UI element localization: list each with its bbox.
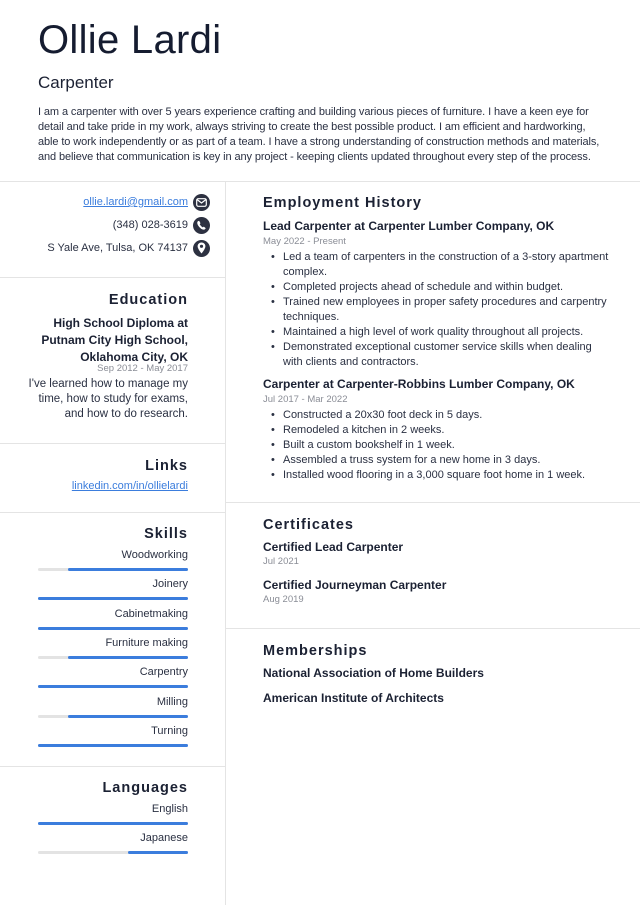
skill-name: Furniture making: [105, 636, 188, 649]
skill-name: Cabinetmaking: [114, 607, 188, 620]
education-degree: High School Diploma at Putnam City High …: [41, 316, 188, 364]
education-dates: Sep 2012 - May 2017: [97, 363, 188, 374]
phone-icon: [193, 216, 210, 234]
skill-name: Joinery: [152, 578, 188, 591]
phone-number: (348) 028-3619: [112, 219, 188, 231]
job-bullet: Built a custom bookshelf in 1 week.: [263, 438, 613, 453]
job-title: Carpenter at Carpenter-Robbins Lumber Co…: [263, 377, 575, 391]
skills-title: Skills: [144, 526, 188, 542]
language-item: English: [38, 802, 188, 825]
skill-level-fill: [38, 743, 188, 747]
certificate-name: Certified Lead Carpenter: [263, 540, 404, 554]
skill-level-bar: [38, 655, 188, 659]
certificate-name: Certified Journeyman Carpenter: [263, 578, 447, 592]
certificate-item: Certified Journeyman Carpenter Aug 2019: [263, 577, 613, 606]
certificate-item: Certified Lead Carpenter Jul 2021: [263, 539, 613, 568]
email-link[interactable]: ollie.lardi@gmail.com: [83, 196, 188, 208]
skill-item: Woodworking: [38, 548, 188, 571]
candidate-name: Ollie Lardi: [38, 18, 222, 62]
membership-name: National Association of Home Builders: [263, 666, 484, 680]
skill-item: Furniture making: [38, 636, 188, 659]
languages-title: Languages: [102, 780, 188, 796]
certificates-divider: [226, 628, 640, 629]
header-divider: [0, 181, 640, 182]
education-title: Education: [108, 292, 188, 308]
links-divider: [0, 512, 225, 513]
memberships-title: Memberships: [263, 643, 368, 659]
language-level-fill: [128, 851, 188, 855]
links-title: Links: [145, 458, 188, 474]
job-bullet: Installed wood flooring in a 3,000 squar…: [263, 468, 613, 483]
job-bullet: Assembled a truss system for a new home …: [263, 453, 613, 468]
contact-phone-row: (348) 028-3619: [113, 216, 210, 234]
language-name: English: [151, 803, 188, 815]
language-level-bar: [38, 851, 188, 855]
skill-level-bar: [38, 568, 188, 571]
profile-summary: I am a carpenter with over 5 years exper…: [38, 106, 600, 163]
certificate-date: Aug 2019: [263, 594, 304, 605]
skill-level-fill: [38, 626, 188, 630]
job-bullet: Remodeled a kitchen in 2 weeks.: [263, 423, 613, 438]
skill-level-fill: [68, 568, 188, 571]
language-name: Japanese: [140, 832, 188, 845]
skill-item: Joinery: [38, 577, 188, 601]
skill-name: Turning: [151, 724, 188, 737]
certificate-date: Jul 2021: [263, 556, 299, 567]
job-bullets: Constructed a 20x30 foot deck in 5 days.…: [263, 408, 613, 483]
job-bullets: Led a team of carpenters in the construc…: [263, 250, 613, 370]
job-bullet: Maintained a high level of work quality …: [263, 325, 613, 340]
contact-email-row: ollie.lardi@gmail.com: [83, 193, 210, 211]
job-bullet: Led a team of carpenters in the construc…: [263, 250, 613, 280]
job-bullet: Completed projects ahead of schedule and…: [263, 280, 613, 295]
skill-item: Milling: [38, 695, 188, 718]
envelope-icon: [193, 193, 210, 211]
employment-divider: [226, 502, 640, 503]
skill-level-bar: [38, 597, 188, 601]
job-dates: Jul 2017 - Mar 2022: [263, 394, 348, 405]
certificates-title: Certificates: [263, 517, 354, 533]
language-level-bar: [38, 822, 188, 825]
skill-name: Milling: [156, 695, 188, 708]
skill-level-bar: [38, 685, 188, 689]
employment-title: Employment History: [263, 195, 422, 211]
skill-level-bar: [38, 626, 188, 630]
membership-item: National Association of Home Builders: [263, 665, 613, 681]
language-level-fill: [38, 822, 188, 825]
skills-divider: [0, 766, 225, 767]
skill-level-fill: [68, 655, 188, 659]
education-description: I've learned how to manage my time, how …: [28, 378, 188, 420]
linkedin-link[interactable]: linkedin.com/in/ollielardi: [72, 480, 188, 492]
skill-item: Cabinetmaking: [38, 607, 188, 630]
column-divider: [225, 181, 226, 905]
skill-level-bar: [38, 714, 188, 718]
skill-level-fill: [38, 597, 188, 601]
skill-level-fill: [68, 714, 188, 718]
map-pin-icon: [193, 239, 210, 257]
skill-level-bar: [38, 743, 188, 747]
job-title: Lead Carpenter at Carpenter Lumber Compa…: [263, 219, 555, 233]
skill-level-fill: [38, 685, 188, 689]
job-bullet: Constructed a 20x30 foot deck in 5 days.: [263, 408, 613, 423]
candidate-job-title: Carpenter: [38, 73, 114, 92]
skill-item: Carpentry: [38, 665, 188, 689]
skill-name: Carpentry: [139, 666, 188, 679]
address: S Yale Ave, Tulsa, OK 74137: [47, 242, 188, 254]
membership-item: American Institute of Architects: [263, 690, 613, 706]
skill-name: Woodworking: [121, 549, 188, 561]
skill-item: Turning: [38, 724, 188, 747]
contact-address-row: S Yale Ave, Tulsa, OK 74137: [47, 239, 210, 257]
job-bullet: Demonstrated exceptional customer servic…: [263, 340, 613, 370]
language-item: Japanese: [38, 831, 188, 855]
job-entry: Lead Carpenter at Carpenter Lumber Compa…: [263, 218, 613, 370]
job-dates: May 2022 - Present: [263, 236, 346, 247]
contact-divider: [0, 277, 225, 278]
job-entry: Carpenter at Carpenter-Robbins Lumber Co…: [263, 376, 613, 483]
job-bullet: Trained new employees in proper safety p…: [263, 295, 613, 325]
membership-name: American Institute of Architects: [263, 691, 444, 705]
education-divider: [0, 443, 225, 444]
